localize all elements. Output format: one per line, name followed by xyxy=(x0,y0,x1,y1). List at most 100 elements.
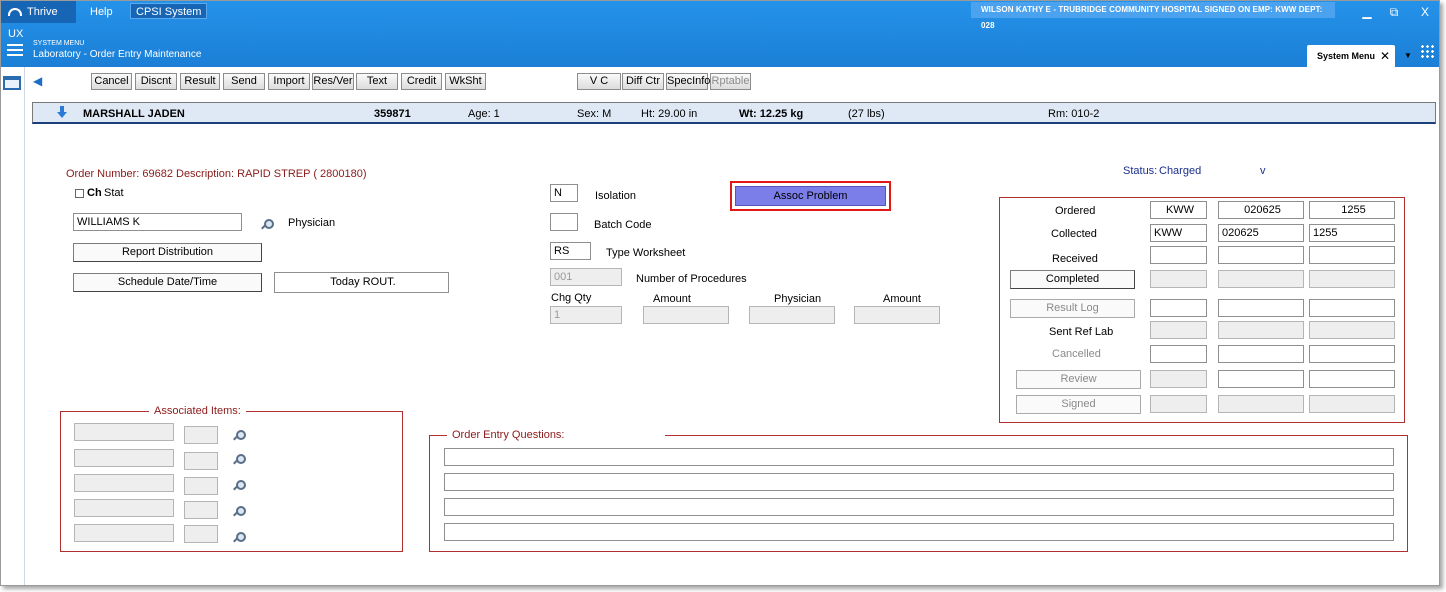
review-by-field xyxy=(1150,370,1207,388)
question-field-4[interactable] xyxy=(444,523,1394,541)
status-label: Status: xyxy=(1123,165,1158,177)
result-log-date-field[interactable] xyxy=(1218,299,1304,317)
physician-field[interactable]: WILLIAMS K xyxy=(73,213,242,231)
signed-by-field xyxy=(1150,395,1207,413)
ch-checkbox[interactable] xyxy=(75,189,84,198)
batch-code-field[interactable] xyxy=(550,213,578,231)
procedures-label: Number of Procedures xyxy=(636,273,747,285)
assoc-item-code-3 xyxy=(74,474,174,492)
assoc-item-qty-5 xyxy=(184,525,218,543)
patient-banner: MARSHALL JADEN 359871 Age: 1 Sex: M Ht: … xyxy=(32,102,1436,124)
physician-search-icon[interactable] xyxy=(261,219,274,230)
tab-dropdown-icon[interactable]: ▼ xyxy=(1404,51,1412,60)
vc-button[interactable]: V C xyxy=(577,73,621,90)
received-by-field[interactable] xyxy=(1150,246,1207,264)
system-menu-label[interactable]: CPSI System xyxy=(130,3,208,19)
apps-grid-icon[interactable] xyxy=(1420,44,1434,58)
assoc-item-search-icon[interactable] xyxy=(233,430,246,441)
discnt-button[interactable]: Discnt xyxy=(135,73,177,90)
sent-ref-lab-date-field xyxy=(1218,321,1304,339)
monitor-icon[interactable] xyxy=(3,76,21,90)
status-value[interactable]: Charged xyxy=(1159,165,1201,177)
status-dropdown-icon[interactable]: v xyxy=(1260,165,1266,177)
diff-ctr-button[interactable]: Diff Ctr xyxy=(622,73,664,90)
amount-field xyxy=(643,306,729,324)
ordered-label: Ordered xyxy=(1055,205,1096,217)
procedures-field: 001 xyxy=(550,268,622,286)
assoc-problem-button[interactable]: Assoc Problem xyxy=(735,186,886,206)
assoc-problem-highlight: Assoc Problem xyxy=(730,181,891,211)
close-icon[interactable]: X xyxy=(1415,5,1435,19)
review-date-field[interactable] xyxy=(1218,370,1304,388)
thrive-logo-icon xyxy=(8,8,22,17)
amount-2-label: Amount xyxy=(883,293,921,305)
schedule-value[interactable]: Today ROUT. xyxy=(274,272,449,293)
assoc-item-code-1 xyxy=(74,423,174,441)
question-field-2[interactable] xyxy=(444,473,1394,491)
received-date-field[interactable] xyxy=(1218,246,1304,264)
ordered-date-field[interactable]: 020625 xyxy=(1218,201,1304,219)
res-ver-button[interactable]: Res/Ver xyxy=(312,73,354,90)
ordered-by-field[interactable]: KWW xyxy=(1150,201,1207,219)
patient-sex: Sex: M xyxy=(577,108,612,120)
result-log-by-field[interactable] xyxy=(1150,299,1207,317)
associated-items-title: Associated Items: xyxy=(149,405,246,417)
specinfo-button[interactable]: SpecInfo xyxy=(666,73,710,90)
schedule-datetime-button[interactable]: Schedule Date/Time xyxy=(73,273,262,292)
rptable-button[interactable]: Rptable xyxy=(710,73,751,90)
back-arrow-icon[interactable]: ◀ xyxy=(33,75,45,87)
question-field-1[interactable] xyxy=(444,448,1394,466)
review-time-field[interactable] xyxy=(1309,370,1395,388)
sent-ref-lab-by-field xyxy=(1150,321,1207,339)
cancelled-time-field[interactable] xyxy=(1309,345,1395,363)
isolation-field[interactable]: N xyxy=(550,184,578,202)
send-button[interactable]: Send xyxy=(223,73,265,90)
left-sidebar xyxy=(1,67,25,585)
import-button[interactable]: Import xyxy=(268,73,310,90)
assoc-item-qty-3 xyxy=(184,477,218,495)
assoc-item-search-icon[interactable] xyxy=(233,506,246,517)
collected-by-field[interactable]: KWW xyxy=(1150,224,1207,242)
assoc-item-qty-4 xyxy=(184,501,218,519)
assoc-item-search-icon[interactable] xyxy=(233,480,246,491)
collected-time-field[interactable]: 1255 xyxy=(1309,224,1395,242)
title-bar: Thrive UX Help CPSI System WILSON KATHY … xyxy=(1,1,1439,67)
report-distribution-button[interactable]: Report Distribution xyxy=(73,243,262,262)
help-menu[interactable]: Help xyxy=(83,1,120,23)
cancelled-by-field[interactable] xyxy=(1150,345,1207,363)
assoc-item-search-icon[interactable] xyxy=(233,454,246,465)
completed-button[interactable]: Completed xyxy=(1010,270,1135,289)
result-button[interactable]: Result xyxy=(180,73,220,90)
assoc-item-code-5 xyxy=(74,524,174,542)
assoc-item-search-icon[interactable] xyxy=(233,532,246,543)
completed-by-field xyxy=(1150,270,1207,288)
patient-weight: Wt: 12.25 kg xyxy=(739,108,804,120)
cancelled-date-field[interactable] xyxy=(1218,345,1304,363)
hamburger-menu-icon[interactable] xyxy=(7,44,23,56)
collected-date-field[interactable]: 020625 xyxy=(1218,224,1304,242)
result-log-time-field[interactable] xyxy=(1309,299,1395,317)
review-button[interactable]: Review xyxy=(1016,370,1141,389)
result-log-button[interactable]: Result Log xyxy=(1010,299,1135,318)
ch-label: Ch xyxy=(87,187,102,199)
restore-icon[interactable]: ⧉ xyxy=(1384,5,1404,20)
signed-button[interactable]: Signed xyxy=(1016,395,1141,414)
text-button[interactable]: Text xyxy=(356,73,398,90)
minimize-icon[interactable]: ▁ xyxy=(1357,5,1377,19)
ordered-time-field[interactable]: 1255 xyxy=(1309,201,1395,219)
received-time-field[interactable] xyxy=(1309,246,1395,264)
app-tab[interactable]: Thrive UX xyxy=(1,1,76,40)
completed-date-field xyxy=(1218,270,1304,288)
worksheet-field[interactable]: RS xyxy=(550,242,591,260)
cancel-button[interactable]: Cancel xyxy=(91,73,132,90)
question-field-3[interactable] xyxy=(444,498,1394,516)
wksht-button[interactable]: WkSht xyxy=(445,73,486,90)
credit-button[interactable]: Credit xyxy=(401,73,442,90)
system-menu-tab[interactable]: System Menu ✕ xyxy=(1307,45,1395,67)
assoc-item-code-4 xyxy=(74,499,174,517)
batch-code-label: Batch Code xyxy=(594,219,652,231)
tab-close-icon[interactable]: ✕ xyxy=(1380,45,1390,67)
expand-arrow-icon[interactable] xyxy=(57,106,67,118)
screen-title: Laboratory - Order Entry Maintenance xyxy=(33,49,202,60)
chg-qty-field: 1 xyxy=(550,306,622,324)
